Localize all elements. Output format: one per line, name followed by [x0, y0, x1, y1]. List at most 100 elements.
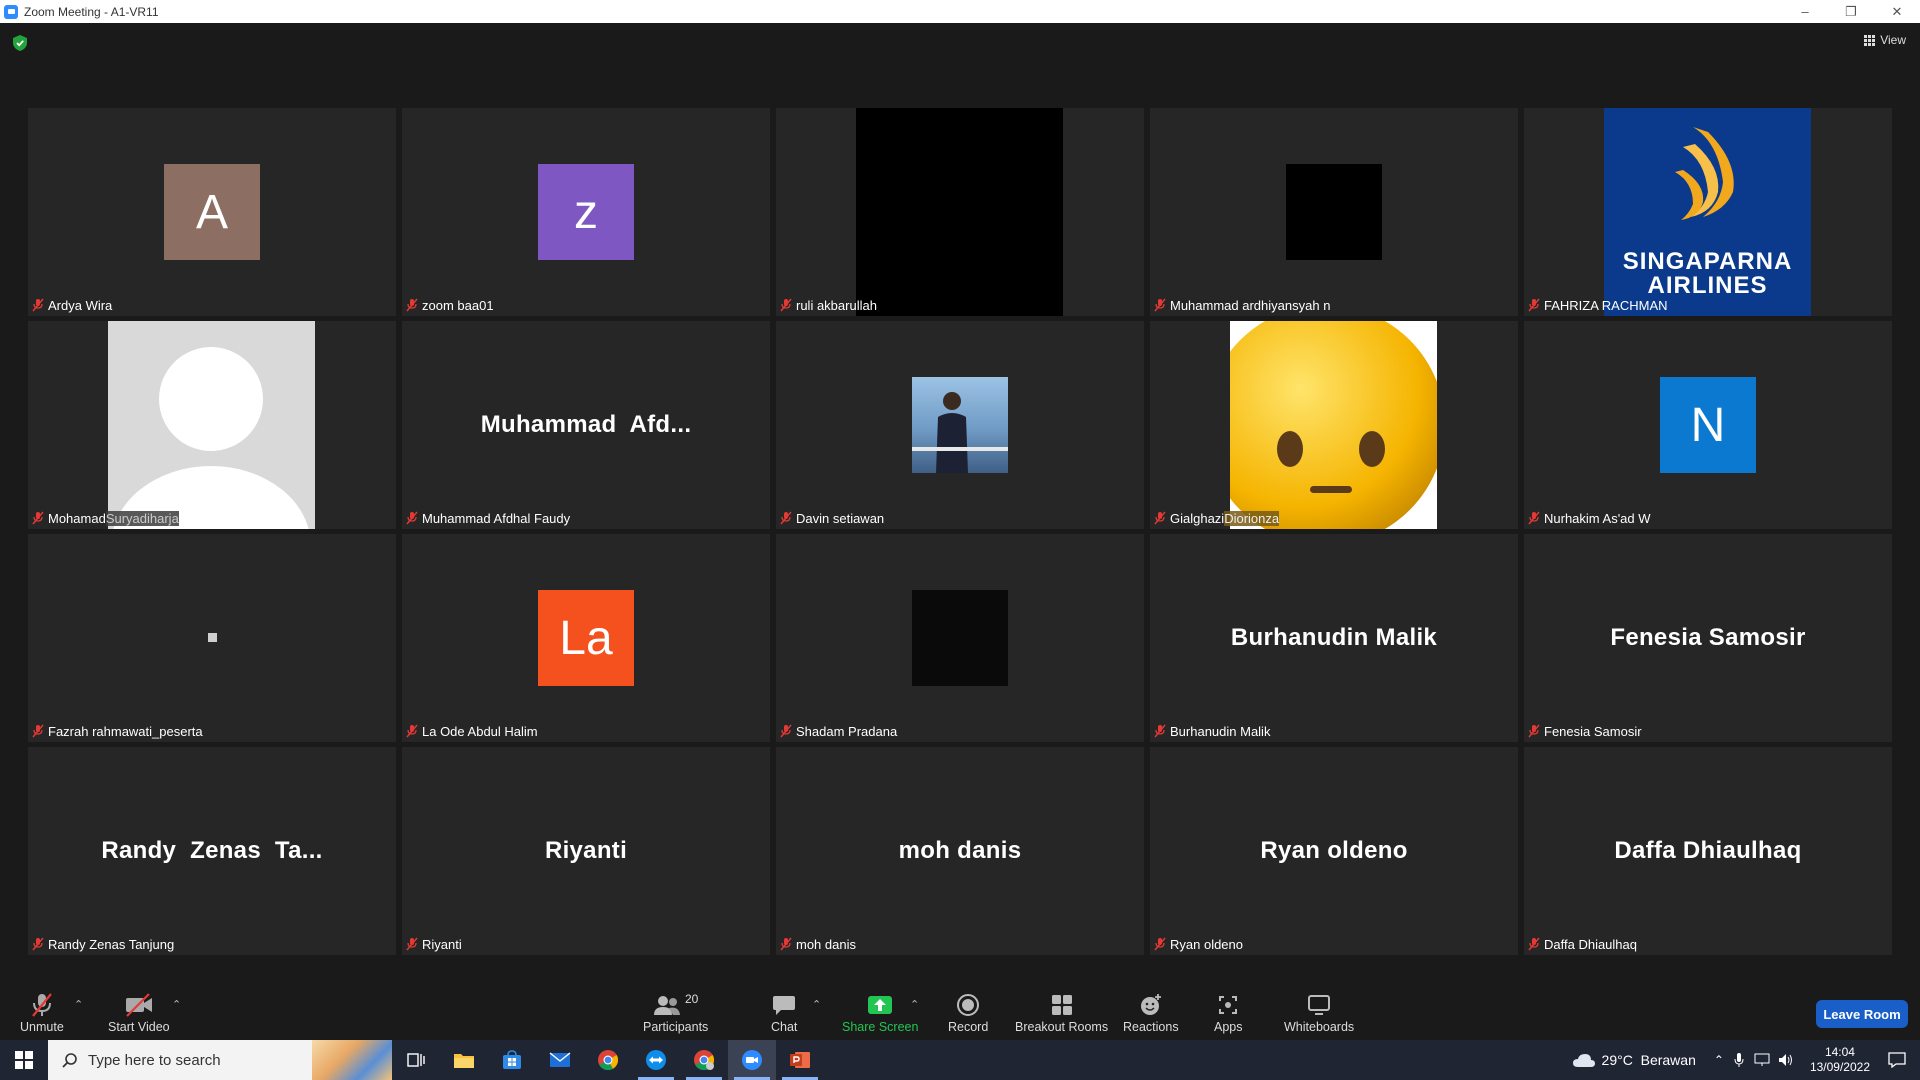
participant-tile[interactable]: La La Ode Abdul Halim	[402, 534, 770, 742]
participant-name-first: Gialghazi	[1170, 510, 1225, 526]
participant-name: Muhammad ardhiyansyah n	[1170, 297, 1331, 313]
display-name: Daffa Dhiaulhaq	[1614, 837, 1802, 864]
participant-name-bar: Riyanti	[406, 935, 464, 953]
window-title: Zoom Meeting - A1-VR11	[24, 4, 159, 19]
mic-muted-icon	[1154, 298, 1166, 312]
participant-name-bar: Daffa Dhiaulhaq	[1528, 935, 1639, 953]
reactions-button[interactable]: Reactions	[1123, 992, 1179, 1034]
mic-muted-icon	[1528, 937, 1540, 951]
chrome-icon[interactable]	[584, 1040, 632, 1080]
mail-icon[interactable]	[536, 1040, 584, 1080]
share-screen-button[interactable]: Share Screen	[842, 992, 918, 1034]
video-options-caret-icon[interactable]: ⌃	[172, 998, 181, 1011]
file-explorer-icon[interactable]	[440, 1040, 488, 1080]
breakout-rooms-button[interactable]: Breakout Rooms	[1015, 992, 1108, 1034]
taskbar-clock[interactable]: 14:04 13/09/2022	[1810, 1045, 1870, 1075]
chrome-profile-icon[interactable]	[680, 1040, 728, 1080]
person-photo-icon	[912, 392, 1008, 473]
start-video-button[interactable]: Start Video	[108, 992, 170, 1034]
emoji-face-icon	[1230, 321, 1437, 529]
reactions-label: Reactions	[1123, 1020, 1179, 1034]
notification-icon[interactable]	[1888, 1052, 1906, 1068]
encryption-shield-icon[interactable]	[13, 35, 27, 51]
participant-name: Muhammad Afdhal Faudy	[422, 510, 571, 526]
participant-tile[interactable]: z zoom baa01	[402, 108, 770, 316]
participant-tile[interactable]: Fazrah rahmawati_peserta	[28, 534, 396, 742]
avatar	[912, 590, 1008, 686]
participant-name-bar: Randy Zenas Tanjung	[32, 935, 176, 953]
participant-tile[interactable]: N Nurhakim As'ad W	[1524, 321, 1892, 529]
mic-muted-icon	[406, 511, 418, 525]
microphone-icon[interactable]	[1734, 1052, 1744, 1068]
start-button[interactable]	[0, 1040, 48, 1080]
participant-tile[interactable]: Riyanti Riyanti	[402, 747, 770, 955]
share-screen-icon	[868, 996, 893, 1014]
participant-name-first: Mohamad	[48, 510, 106, 526]
taskbar-search[interactable]: Type here to search	[48, 1040, 392, 1080]
network-icon[interactable]	[1754, 1053, 1770, 1067]
participant-tile[interactable]: Burhanudin Malik Burhanudin Malik	[1150, 534, 1518, 742]
close-button[interactable]: ✕	[1874, 0, 1920, 23]
powerpoint-icon[interactable]	[776, 1040, 824, 1080]
apps-button[interactable]: Apps	[1214, 992, 1243, 1034]
participant-name-bar: Shadam Pradana	[780, 722, 899, 740]
mic-muted-icon	[1528, 511, 1540, 525]
participants-button[interactable]: 20 Participants	[643, 992, 708, 1034]
participant-tile[interactable]: Mohamad Suryadiharja	[28, 321, 396, 529]
task-view-icon[interactable]	[392, 1040, 440, 1080]
participants-icon	[653, 996, 680, 1015]
weather-text[interactable]: 29°C Berawan	[1602, 1052, 1696, 1068]
whiteboard-icon	[1308, 995, 1331, 1015]
avatar: La	[538, 590, 634, 686]
whiteboards-label: Whiteboards	[1284, 1020, 1355, 1034]
display-name: Muhammad Afd...	[480, 411, 692, 438]
participant-name: zoom baa01	[422, 297, 494, 313]
participant-tile[interactable]: ruli akbarullah	[776, 108, 1144, 316]
mic-muted-icon	[32, 937, 44, 951]
chat-options-caret-icon[interactable]: ⌃	[812, 998, 821, 1011]
participant-tile[interactable]: Gialghazi Diorionza	[1150, 321, 1518, 529]
share-options-caret-icon[interactable]: ⌃	[910, 998, 919, 1011]
teamviewer-icon[interactable]	[632, 1040, 680, 1080]
participant-name-bar: Fazrah rahmawati_peserta	[32, 722, 205, 740]
zoom-taskbar-icon[interactable]	[728, 1040, 776, 1080]
participant-tile[interactable]: SINGAPARNA AIRLINES FAHRIZA RACHMAN	[1524, 108, 1892, 316]
participant-tile[interactable]: Shadam Pradana	[776, 534, 1144, 742]
weather-cloud-icon[interactable]	[1572, 1052, 1596, 1068]
restore-button[interactable]: ❐	[1828, 0, 1874, 23]
participant-tile[interactable]: A Ardya Wira	[28, 108, 396, 316]
volume-icon[interactable]	[1778, 1053, 1794, 1067]
logo-text-line: SINGAPARNA	[1622, 248, 1793, 275]
participants-label: Participants	[643, 1020, 709, 1034]
chevron-up-icon[interactable]: ⌃	[1714, 1053, 1724, 1067]
participant-tile[interactable]: moh danis moh danis	[776, 747, 1144, 955]
participant-name: Burhanudin Malik	[1170, 723, 1271, 739]
participant-name: Ryan oldeno	[1170, 936, 1243, 952]
mic-muted-icon	[1154, 937, 1166, 951]
participant-name: Ardya Wira	[48, 297, 113, 313]
search-highlight-art	[312, 1040, 392, 1080]
participant-tile[interactable]: Muhammad Afd... Muhammad Afdhal Faudy	[402, 321, 770, 529]
participant-tile[interactable]: Randy Zenas Ta... Randy Zenas Tanjung	[28, 747, 396, 955]
participant-tile[interactable]: Fenesia Samosir Fenesia Samosir	[1524, 534, 1892, 742]
participant-name-bar: Fenesia Samosir	[1528, 722, 1644, 740]
unmute-button[interactable]: Unmute	[20, 992, 64, 1034]
view-button[interactable]: View	[1864, 33, 1906, 47]
avatar: z	[538, 164, 634, 260]
chat-button[interactable]: Chat	[771, 992, 797, 1034]
participant-tile[interactable]: Ryan oldeno Ryan oldeno	[1150, 747, 1518, 955]
participant-tile[interactable]: Davin setiawan	[776, 321, 1144, 529]
participant-tile[interactable]: Daffa Dhiaulhaq Daffa Dhiaulhaq	[1524, 747, 1892, 955]
mic-muted-icon	[1154, 724, 1166, 738]
grid-view-icon	[1864, 34, 1876, 46]
leave-room-button[interactable]: Leave Room	[1816, 1000, 1908, 1028]
whiteboards-button[interactable]: Whiteboards	[1284, 992, 1354, 1034]
mic-muted-icon	[406, 298, 418, 312]
audio-options-caret-icon[interactable]: ⌃	[74, 998, 83, 1011]
logo-text-line: AIRLINES	[1647, 272, 1768, 299]
minimize-button[interactable]: –	[1782, 0, 1828, 23]
mic-muted-icon	[780, 511, 792, 525]
participant-tile[interactable]: Muhammad ardhiyansyah n	[1150, 108, 1518, 316]
microsoft-store-icon[interactable]	[488, 1040, 536, 1080]
record-button[interactable]: Record	[948, 992, 988, 1034]
